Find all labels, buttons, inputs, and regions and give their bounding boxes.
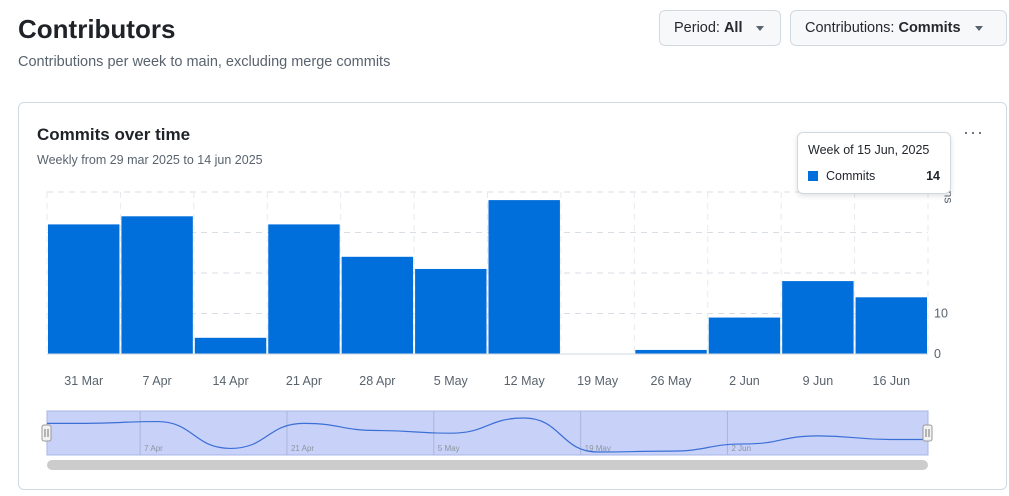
x-tick-label: 16 Jun <box>873 374 911 388</box>
x-tick-label: 5 May <box>434 374 469 388</box>
x-tick-label: 31 Mar <box>64 374 103 388</box>
range-navigator <box>46 410 929 456</box>
chart-bar[interactable] <box>708 317 781 354</box>
x-tick-label: 9 Jun <box>803 374 834 388</box>
x-tick-label: 12 May <box>504 374 546 388</box>
x-tick-label: 19 May <box>577 374 619 388</box>
x-tick-label: 28 Apr <box>359 374 395 388</box>
chart-bar[interactable] <box>488 200 560 354</box>
range-handle-right[interactable] <box>922 424 933 442</box>
x-tick-label: 14 Apr <box>212 374 248 388</box>
navigator-label: 7 Apr <box>144 444 163 453</box>
chart-bar[interactable] <box>341 256 414 354</box>
tooltip-value: 14 <box>926 169 940 183</box>
chart-bar[interactable] <box>415 268 487 354</box>
x-tick-label: 2 Jun <box>729 374 760 388</box>
chart-bar[interactable] <box>48 224 120 354</box>
navigator-label: 2 Jun <box>731 444 751 453</box>
x-tick-label: 26 May <box>651 374 693 388</box>
navigator-scrollbar[interactable] <box>47 460 928 470</box>
chart-bar[interactable] <box>121 216 193 354</box>
chart-tooltip: Week of 15 Jun, 2025 Commits 14 <box>797 132 951 194</box>
series-swatch <box>808 171 818 181</box>
y-tick-label: 10 <box>934 307 948 321</box>
chart-bar[interactable] <box>194 337 267 354</box>
range-handle-left[interactable] <box>41 424 52 442</box>
chart-bar[interactable] <box>855 297 927 354</box>
navigator-label: 21 Apr <box>291 444 314 453</box>
y-tick-label: 0 <box>934 347 941 361</box>
navigator-label: 5 May <box>438 444 460 453</box>
chart-bar[interactable] <box>782 281 854 354</box>
tooltip-series-name: Commits <box>826 169 876 183</box>
x-tick-label: 21 Apr <box>286 374 322 388</box>
x-tick-label: 7 Apr <box>143 374 172 388</box>
commits-chart[interactable]: 31 Mar 7 Apr 14 Apr 21 Apr 28 Apr 5 May 12 May… <box>0 0 1009 496</box>
chart-bar[interactable] <box>635 349 707 354</box>
tooltip-title: Week of 15 Jun, 2025 <box>808 143 930 157</box>
chart-bar[interactable] <box>268 224 340 354</box>
